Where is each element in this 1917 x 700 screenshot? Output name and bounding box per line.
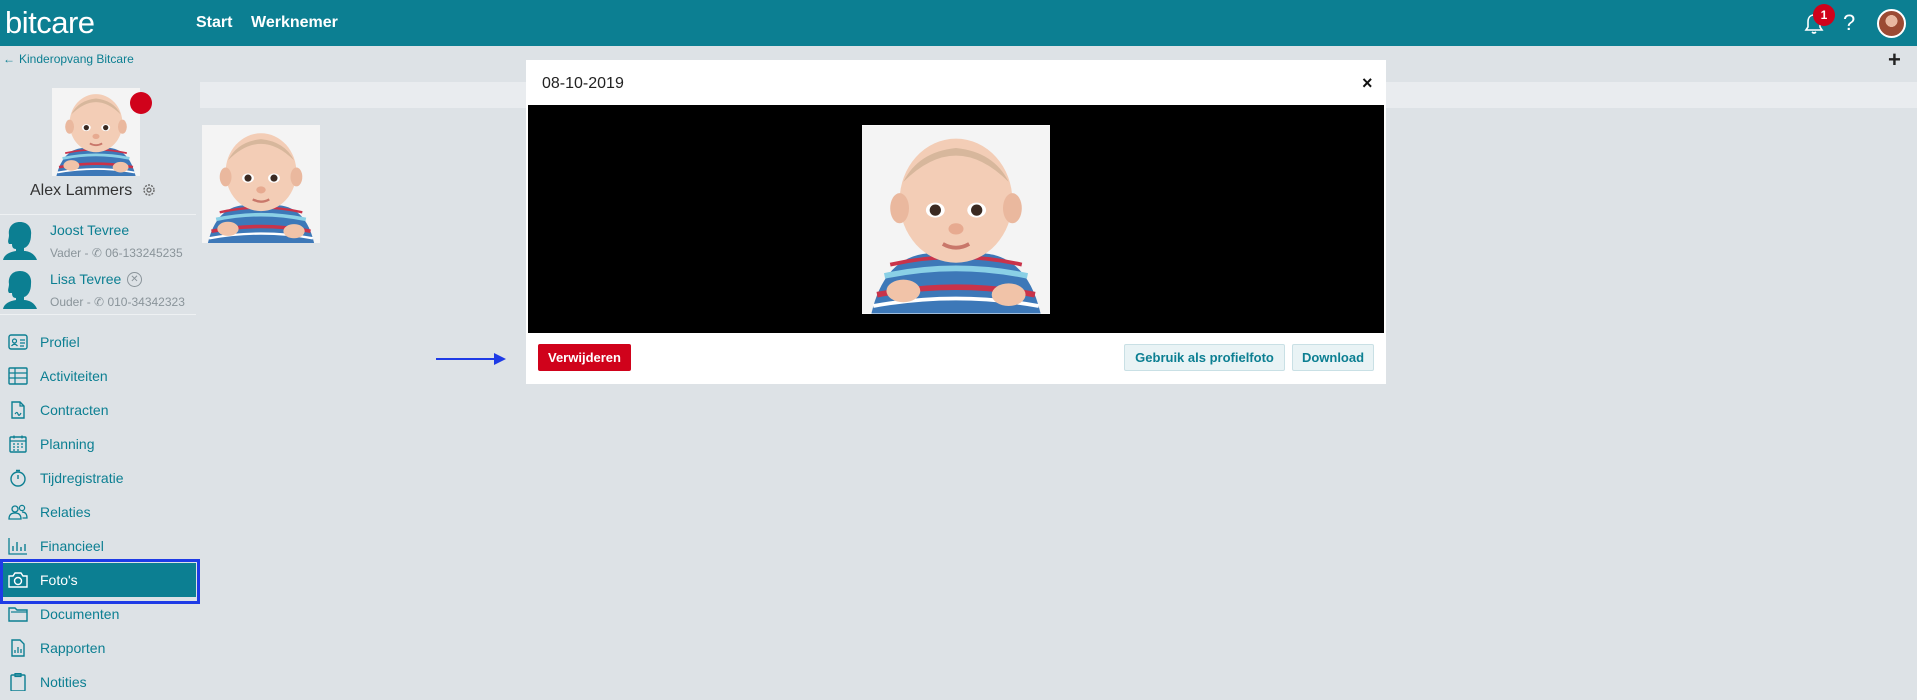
menu-item-contracten[interactable]: Contracten (0, 393, 196, 427)
menu-item-rapporten[interactable]: Rapporten (0, 631, 196, 665)
notification-badge[interactable]: 1 (1813, 4, 1835, 26)
relation-item[interactable]: Lisa Tevree ✕ Ouder - ✆ 010-34342323 (0, 265, 196, 314)
menu-item-relaties[interactable]: Relaties (0, 495, 196, 529)
relation-separator: - (86, 295, 91, 309)
person-silhouette-icon (3, 220, 37, 260)
close-icon[interactable]: × (1362, 74, 1373, 92)
relation-phone[interactable]: 010-34342323 (107, 295, 184, 309)
photo-thumbnail[interactable] (202, 125, 320, 243)
photo-full (862, 125, 1050, 314)
relation-role: Ouder (50, 295, 84, 309)
menu-label: Documenten (40, 606, 120, 622)
back-link[interactable]: ← Kinderopvang Bitcare (3, 52, 134, 66)
people-icon (8, 504, 28, 520)
relation-name[interactable]: Joost Tevree (50, 222, 129, 238)
stopwatch-icon (10, 469, 26, 487)
menu-item-financieel[interactable]: Financieel (0, 529, 196, 563)
remove-relation-icon[interactable]: ✕ (127, 272, 142, 287)
child-profile-photo (52, 88, 140, 176)
menu-label: Financieel (40, 538, 104, 554)
id-card-icon (8, 334, 28, 350)
menu-label: Tijdregistratie (40, 470, 124, 486)
relation-name[interactable]: Lisa Tevree (50, 271, 121, 287)
back-link-label: Kinderopvang Bitcare (19, 52, 134, 66)
photo-modal: 08-10-2019 × Verwijderen Gebruik als pro… (526, 60, 1386, 384)
divider (0, 314, 196, 315)
menu-label: Relaties (40, 504, 91, 520)
menu-label: Activiteiten (40, 368, 108, 384)
gear-icon[interactable] (141, 182, 157, 198)
use-as-profile-photo-button[interactable]: Gebruik als profielfoto (1124, 344, 1285, 371)
top-bar: bitcare Start Werknemer 1 ? (0, 0, 1917, 46)
menu-item-notities[interactable]: Notities (0, 665, 196, 699)
menu-label: Planning (40, 436, 95, 452)
arrow-left-icon: ← (3, 52, 15, 66)
help-icon[interactable]: ? (1843, 10, 1855, 36)
menu-label: Notities (40, 674, 87, 690)
relation-phone[interactable]: 06-133245235 (105, 246, 182, 260)
phone-icon: ✆ (94, 295, 105, 309)
child-name: Alex Lammers (30, 182, 133, 199)
relation-item[interactable]: Joost Tevree Vader - ✆ 06-133245235 (0, 216, 196, 265)
menu-item-activiteiten[interactable]: Activiteiten (0, 359, 196, 393)
relation-separator: - (84, 246, 89, 260)
table-icon (8, 367, 28, 385)
clipboard-icon (10, 673, 26, 691)
user-avatar[interactable] (1877, 9, 1906, 38)
menu-item-planning[interactable]: Planning (0, 427, 196, 461)
relation-details: Vader - ✆ 06-133245235 (50, 246, 183, 260)
menu-label: Profiel (40, 334, 80, 350)
calendar-icon (9, 435, 27, 453)
menu-item-documenten[interactable]: Documenten (0, 597, 196, 631)
modal-title: 08-10-2019 (542, 75, 624, 92)
menu-item-tijdregistratie[interactable]: Tijdregistratie (0, 461, 196, 495)
app-logo[interactable]: bitcare (5, 5, 95, 41)
relation-details: Ouder - ✆ 010-34342323 (50, 295, 185, 309)
person-silhouette-icon (3, 269, 37, 309)
nav-start[interactable]: Start (196, 14, 232, 32)
menu-label: Contracten (40, 402, 109, 418)
delete-button[interactable]: Verwijderen (538, 344, 631, 371)
phone-icon: ✆ (91, 246, 102, 260)
relation-role: Vader (50, 246, 82, 260)
nav-werknemer[interactable]: Werknemer (251, 14, 338, 32)
divider (0, 214, 196, 215)
add-button[interactable]: + (1888, 49, 1901, 71)
download-button[interactable]: Download (1292, 344, 1374, 371)
report-icon (11, 639, 25, 657)
menu-label: Rapporten (40, 640, 106, 656)
bar-chart-icon (8, 538, 27, 555)
photo-viewer (528, 105, 1384, 333)
status-indicator (130, 92, 152, 114)
contract-icon (11, 401, 25, 419)
folder-icon (8, 607, 28, 622)
annotation-arrow (436, 353, 506, 365)
menu-item-profiel[interactable]: Profiel (0, 325, 196, 359)
